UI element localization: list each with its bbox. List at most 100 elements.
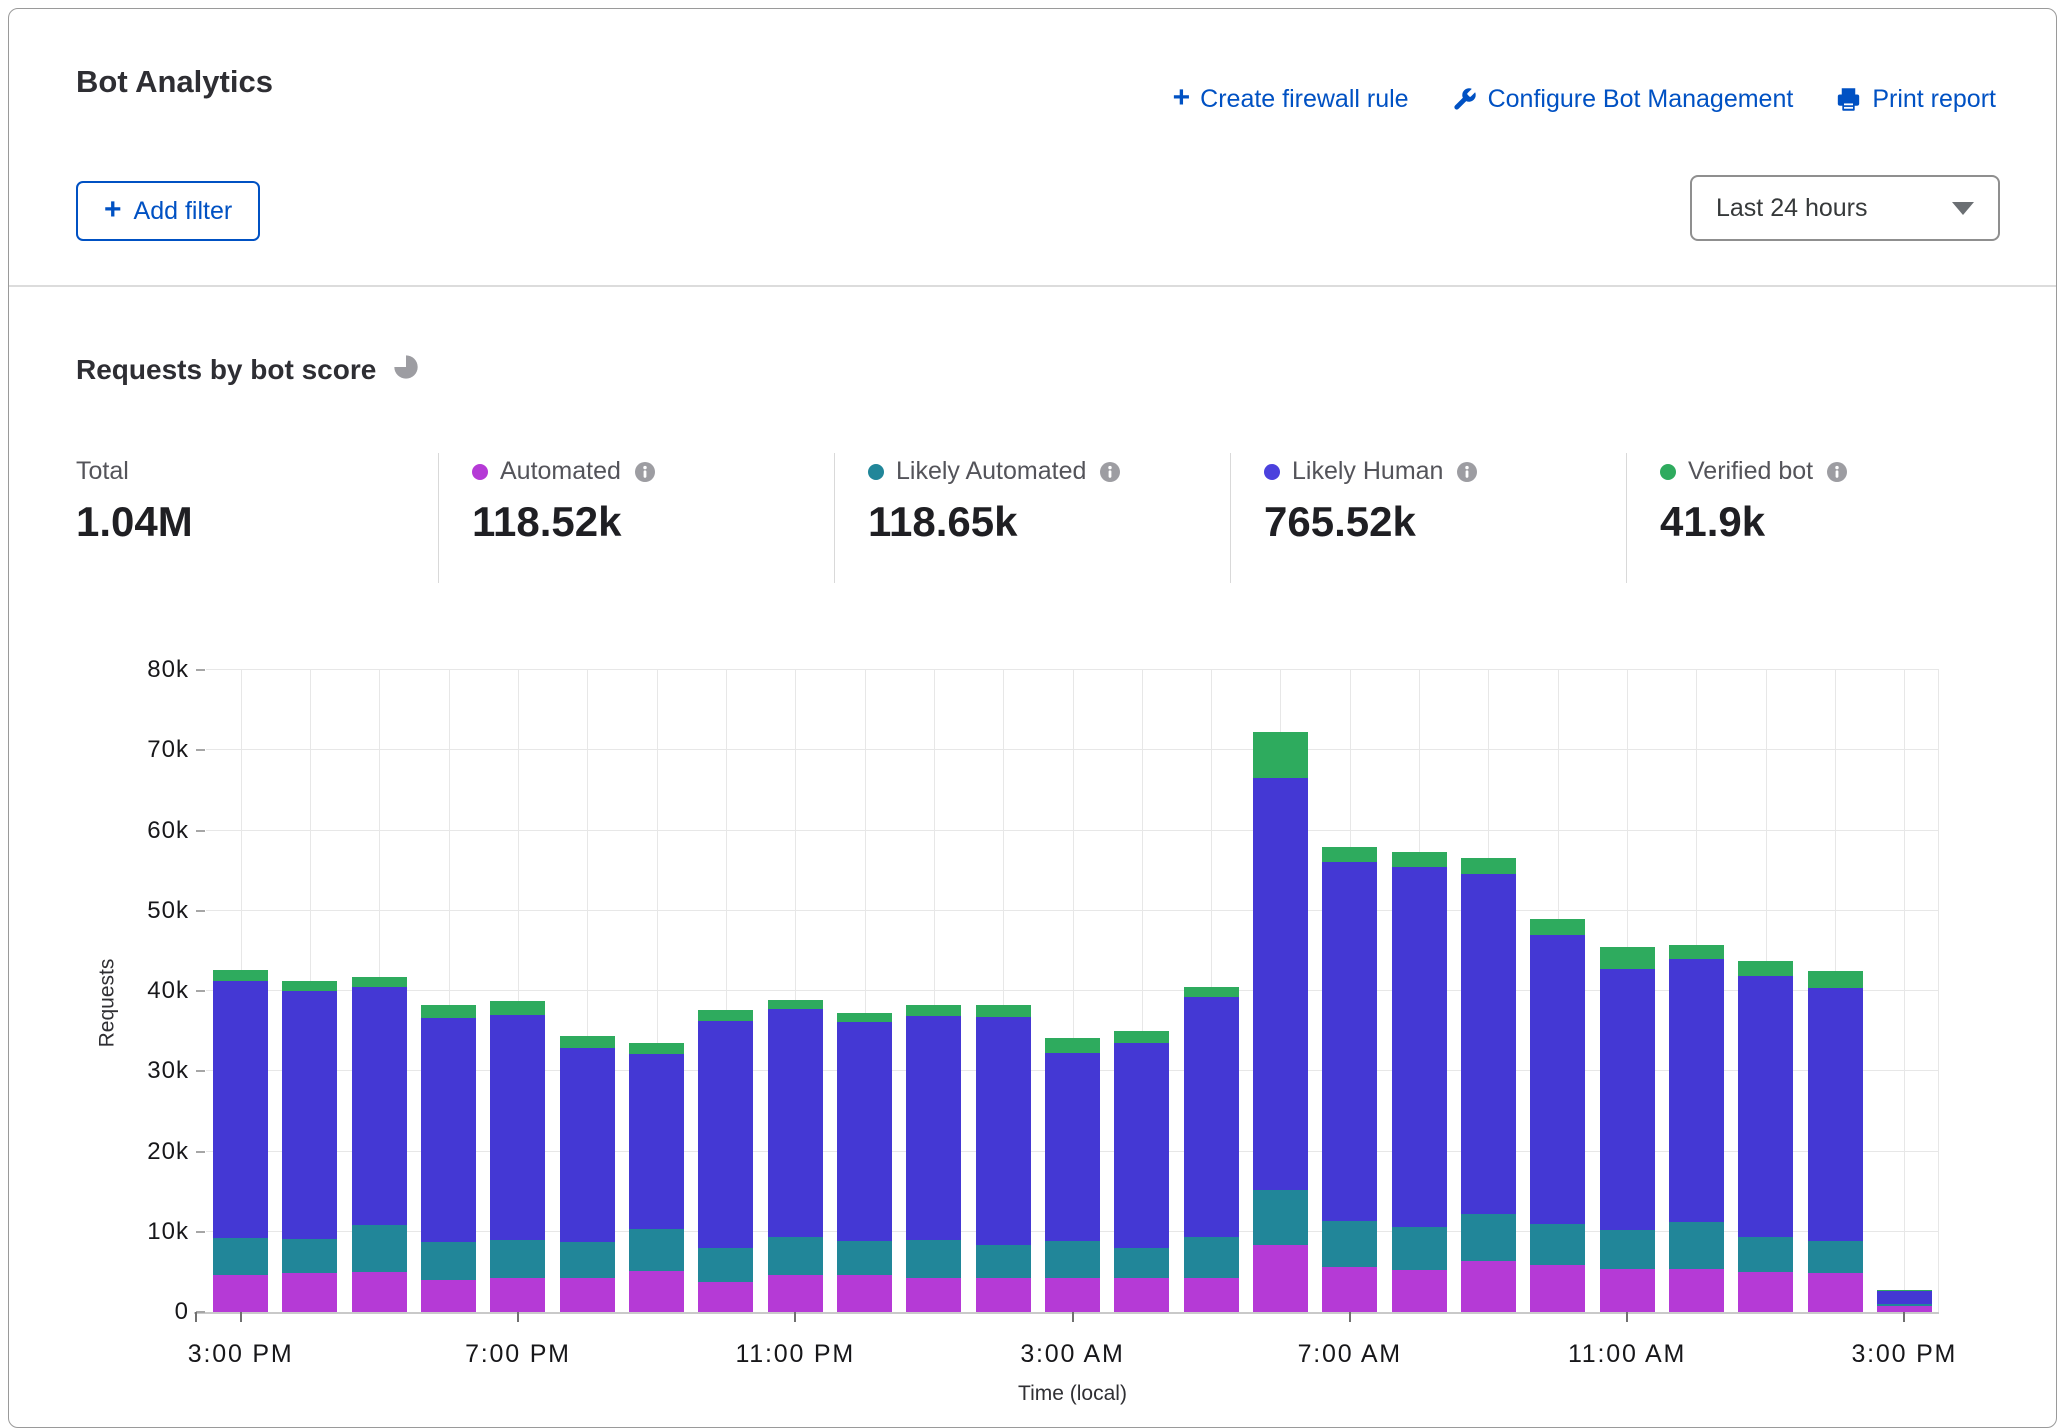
bar-segment-likely-human[interactable] <box>1738 976 1793 1237</box>
stacked-bar[interactable] <box>213 970 268 1312</box>
stacked-bar[interactable] <box>560 1036 615 1312</box>
bar-segment-verified-bot[interactable] <box>282 981 337 991</box>
bar-segment-automated[interactable] <box>1114 1278 1169 1312</box>
bar-segment-likely-automated[interactable] <box>698 1248 753 1283</box>
bar-segment-automated[interactable] <box>906 1278 961 1312</box>
print-report-link[interactable]: Print report <box>1835 85 1996 114</box>
bar-segment-likely-automated[interactable] <box>1322 1221 1377 1268</box>
bar-segment-automated[interactable] <box>698 1282 753 1312</box>
stacked-bar[interactable] <box>1253 732 1308 1312</box>
bar-segment-automated[interactable] <box>1669 1269 1724 1312</box>
bar-segment-likely-human[interactable] <box>1322 862 1377 1221</box>
bar-segment-verified-bot[interactable] <box>1114 1031 1169 1043</box>
bar-segment-verified-bot[interactable] <box>1253 732 1308 778</box>
bar-segment-verified-bot[interactable] <box>560 1036 615 1048</box>
add-filter-button[interactable]: + Add filter <box>76 181 260 241</box>
info-icon[interactable] <box>633 460 657 484</box>
bar-segment-likely-automated[interactable] <box>1392 1227 1447 1270</box>
bar-segment-likely-human[interactable] <box>976 1017 1031 1245</box>
time-range-dropdown[interactable]: Last 24 hours <box>1690 175 2000 241</box>
bar-segment-verified-bot[interactable] <box>213 970 268 980</box>
bar-segment-verified-bot[interactable] <box>352 977 407 987</box>
bar-segment-likely-human[interactable] <box>1600 969 1655 1231</box>
bar-segment-automated[interactable] <box>490 1278 545 1312</box>
bar-segment-automated[interactable] <box>213 1275 268 1312</box>
bar-segment-automated[interactable] <box>1600 1269 1655 1312</box>
bar-segment-likely-human[interactable] <box>1392 867 1447 1227</box>
bar-segment-verified-bot[interactable] <box>1322 847 1377 861</box>
stacked-bar[interactable] <box>282 981 337 1312</box>
bar-segment-automated[interactable] <box>282 1273 337 1312</box>
stacked-bar[interactable] <box>1392 852 1447 1312</box>
bar-segment-likely-automated[interactable] <box>1600 1230 1655 1269</box>
stacked-bar[interactable] <box>976 1005 1031 1312</box>
bar-segment-likely-human[interactable] <box>282 991 337 1239</box>
stacked-bar[interactable] <box>490 1001 545 1312</box>
stacked-bar[interactable] <box>768 1000 823 1312</box>
bar-segment-likely-automated[interactable] <box>1877 1304 1932 1306</box>
bar-segment-likely-human[interactable] <box>1253 778 1308 1190</box>
bar-segment-automated[interactable] <box>1184 1278 1239 1312</box>
bar-segment-verified-bot[interactable] <box>1669 945 1724 959</box>
stacked-bar[interactable] <box>1045 1038 1100 1312</box>
bar-segment-likely-human[interactable] <box>698 1021 753 1248</box>
stacked-bar[interactable] <box>1808 971 1863 1312</box>
stacked-bar[interactable] <box>352 977 407 1312</box>
stacked-bar[interactable] <box>1669 945 1724 1312</box>
bar-segment-likely-automated[interactable] <box>1184 1237 1239 1279</box>
configure-bot-management-link[interactable]: Configure Bot Management <box>1451 85 1794 114</box>
stacked-bar[interactable] <box>698 1010 753 1312</box>
bar-segment-automated[interactable] <box>837 1275 892 1312</box>
stacked-bar[interactable] <box>1530 919 1585 1312</box>
bar-segment-likely-human[interactable] <box>1877 1291 1932 1304</box>
stacked-bar[interactable] <box>1184 987 1239 1312</box>
bar-segment-verified-bot[interactable] <box>1045 1038 1100 1052</box>
bar-segment-likely-human[interactable] <box>629 1054 684 1229</box>
bar-segment-likely-automated[interactable] <box>1045 1241 1100 1279</box>
bar-segment-automated[interactable] <box>352 1272 407 1312</box>
bar-segment-verified-bot[interactable] <box>1600 947 1655 969</box>
bar-segment-likely-human[interactable] <box>1045 1053 1100 1241</box>
bar-segment-likely-human[interactable] <box>1530 935 1585 1224</box>
stacked-bar[interactable] <box>1877 1290 1932 1312</box>
bar-segment-likely-automated[interactable] <box>768 1237 823 1275</box>
bar-segment-automated[interactable] <box>421 1280 476 1312</box>
bar-segment-automated[interactable] <box>560 1278 615 1312</box>
stacked-bar[interactable] <box>1322 847 1377 1312</box>
bar-segment-automated[interactable] <box>1738 1272 1793 1312</box>
bar-segment-verified-bot[interactable] <box>421 1005 476 1019</box>
bar-segment-verified-bot[interactable] <box>629 1043 684 1053</box>
bar-segment-likely-human[interactable] <box>490 1015 545 1240</box>
bar-segment-likely-automated[interactable] <box>1738 1237 1793 1272</box>
bar-segment-likely-automated[interactable] <box>1114 1248 1169 1278</box>
bar-segment-likely-human[interactable] <box>1808 988 1863 1241</box>
bar-segment-verified-bot[interactable] <box>1877 1290 1932 1291</box>
bar-segment-likely-human[interactable] <box>1461 874 1516 1214</box>
bar-segment-automated[interactable] <box>1808 1273 1863 1312</box>
bar-segment-likely-automated[interactable] <box>1530 1224 1585 1266</box>
stacked-bar[interactable] <box>1738 961 1793 1312</box>
bar-segment-likely-automated[interactable] <box>976 1245 1031 1279</box>
bar-segment-likely-automated[interactable] <box>421 1242 476 1280</box>
stacked-bar[interactable] <box>906 1005 961 1312</box>
bar-segment-automated[interactable] <box>976 1278 1031 1312</box>
bar-segment-automated[interactable] <box>629 1271 684 1312</box>
stacked-bar[interactable] <box>1461 858 1516 1312</box>
stacked-bar[interactable] <box>421 1005 476 1312</box>
bar-segment-verified-bot[interactable] <box>768 1000 823 1009</box>
bar-segment-likely-human[interactable] <box>768 1009 823 1238</box>
bar-segment-verified-bot[interactable] <box>976 1005 1031 1016</box>
bar-segment-likely-automated[interactable] <box>1808 1241 1863 1273</box>
bar-segment-automated[interactable] <box>1322 1267 1377 1312</box>
bar-segment-likely-automated[interactable] <box>352 1225 407 1272</box>
bar-segment-automated[interactable] <box>1461 1261 1516 1312</box>
stacked-bar[interactable] <box>1600 947 1655 1312</box>
bar-segment-automated[interactable] <box>1045 1278 1100 1312</box>
bar-segment-likely-automated[interactable] <box>1669 1222 1724 1269</box>
stacked-bar[interactable] <box>1114 1031 1169 1312</box>
bar-segment-likely-automated[interactable] <box>1461 1214 1516 1261</box>
bar-segment-likely-human[interactable] <box>906 1016 961 1240</box>
bar-segment-verified-bot[interactable] <box>1461 858 1516 874</box>
info-icon[interactable] <box>1098 460 1122 484</box>
bar-segment-likely-automated[interactable] <box>282 1239 337 1274</box>
